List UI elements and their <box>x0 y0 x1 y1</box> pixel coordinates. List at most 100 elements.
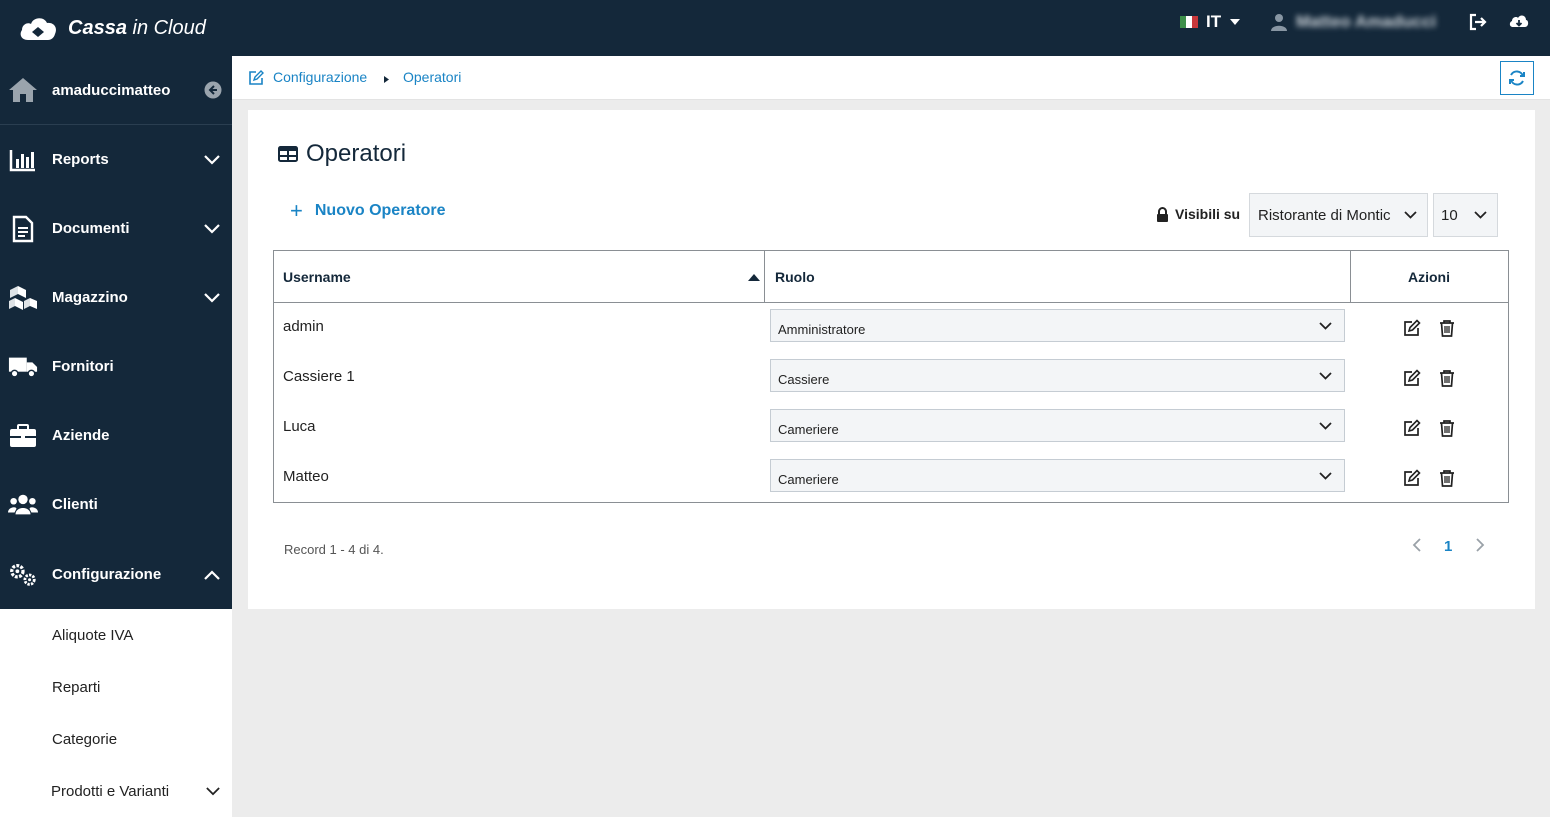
edit-icon <box>249 70 264 85</box>
trash-icon[interactable] <box>1438 469 1456 487</box>
column-divider <box>764 251 765 303</box>
breadcrumb-configurazione[interactable]: Configurazione <box>273 69 367 85</box>
italy-flag-icon <box>1180 16 1198 28</box>
edit-icon[interactable] <box>1403 369 1421 387</box>
chevron-up-icon <box>204 569 220 580</box>
edit-icon[interactable] <box>1403 319 1421 337</box>
brand-name: Cassa in Cloud <box>68 16 206 39</box>
sidebar-item-label: Documenti <box>52 220 130 237</box>
table-row: admin Amministratore <box>274 303 1508 353</box>
submenu-item-aliquote-iva[interactable]: Aliquote IVA <box>52 627 133 644</box>
chevron-down-icon <box>1404 211 1417 219</box>
edit-icon[interactable] <box>1403 419 1421 437</box>
chevron-down-icon <box>204 154 220 165</box>
caret-down-icon <box>1230 19 1241 25</box>
sidebar-item-label: Aziende <box>52 427 110 444</box>
cloud-logo-icon <box>20 18 57 40</box>
chevron-down-icon <box>204 292 220 303</box>
role-select[interactable]: Amministratore <box>770 309 1345 342</box>
chevron-down-icon <box>1319 472 1332 480</box>
new-operator-button[interactable]: + Nuovo Operatore <box>290 198 446 224</box>
trash-icon[interactable] <box>1438 369 1456 387</box>
logout-icon[interactable] <box>1467 11 1489 33</box>
submenu-item-reparti[interactable]: Reparti <box>52 679 100 696</box>
sidebar-item-clienti[interactable]: Clienti <box>0 470 232 539</box>
app-logo[interactable]: Cassa in Cloud <box>18 8 206 48</box>
document-icon <box>8 215 38 243</box>
column-divider <box>1350 251 1351 303</box>
gears-icon <box>8 561 38 589</box>
chevron-down-icon <box>1474 211 1487 219</box>
column-header-ruolo[interactable]: Ruolo <box>775 251 815 303</box>
sidebar-item-label: Configurazione <box>52 566 162 583</box>
sidebar-account[interactable]: amaduccimatteo <box>0 56 232 125</box>
cloud-download-icon[interactable] <box>1508 11 1530 33</box>
refresh-button[interactable] <box>1500 61 1534 95</box>
breadcrumb: Configurazione Operatori <box>232 56 1550 100</box>
role-select-value: Cameriere <box>778 422 839 437</box>
home-icon <box>8 76 38 104</box>
role-select-value: Amministratore <box>778 322 866 337</box>
page-title-text: Operatori <box>306 140 407 167</box>
trash-icon[interactable] <box>1438 319 1456 337</box>
sidebar-item-documenti[interactable]: Documenti <box>0 194 232 263</box>
collapse-sidebar-icon[interactable] <box>204 81 222 99</box>
sort-ascending-icon[interactable] <box>748 273 760 281</box>
account-name: amaduccimatteo <box>52 81 171 99</box>
chevron-left-icon[interactable] <box>1412 538 1422 552</box>
column-header-azioni: Azioni <box>1408 269 1450 285</box>
pagination-page[interactable]: 1 <box>1444 538 1452 555</box>
role-select-value: Cameriere <box>778 472 839 487</box>
sidebar-item-label: Fornitori <box>52 358 114 375</box>
config-submenu: Aliquote IVA Reparti Categorie Prodotti … <box>0 609 232 817</box>
users-icon <box>8 491 38 519</box>
operators-table: Username Ruolo Azioni admin Amministrato… <box>273 250 1509 503</box>
boxes-icon <box>8 284 38 312</box>
language-selector[interactable]: IT <box>1180 11 1241 33</box>
role-select[interactable]: Cameriere <box>770 459 1345 492</box>
submenu-item-categorie[interactable]: Categorie <box>52 731 117 748</box>
trash-icon[interactable] <box>1438 419 1456 437</box>
table-row: Matteo Cameriere <box>274 453 1508 503</box>
table-row: Luca Cameriere <box>274 403 1508 453</box>
sidebar-item-reports[interactable]: Reports <box>0 125 232 194</box>
lock-icon <box>1157 206 1168 222</box>
record-count: Record 1 - 4 di 4. <box>284 542 384 557</box>
visibility-label: Visibili su <box>1156 206 1240 222</box>
role-select[interactable]: Cameriere <box>770 409 1345 442</box>
page-size-select[interactable]: 10 <box>1433 193 1498 237</box>
role-select-value: Cassiere <box>778 372 830 387</box>
sidebar: amaduccimatteo Reports Documenti Magazzi… <box>0 56 232 609</box>
sidebar-item-label: Clienti <box>52 496 98 513</box>
language-label: IT <box>1206 12 1222 31</box>
submenu-item-prodotti-varianti[interactable]: Prodotti e Varianti <box>51 783 169 800</box>
main-card: Operatori + Nuovo Operatore Visibili su … <box>248 110 1535 609</box>
sidebar-item-configurazione[interactable]: Configurazione <box>0 540 232 609</box>
username-cell: Matteo <box>283 468 329 485</box>
table-icon <box>278 146 298 162</box>
username-cell: Cassiere 1 <box>283 368 355 385</box>
sidebar-item-aziende[interactable]: Aziende <box>0 401 232 470</box>
plus-icon: + <box>290 198 303 223</box>
role-select[interactable]: Cassiere <box>770 359 1345 392</box>
chevron-down-icon <box>206 787 220 796</box>
username-cell: admin <box>283 318 324 335</box>
sidebar-item-fornitori[interactable]: Fornitori <box>0 332 232 401</box>
store-select[interactable]: Ristorante di Montic <box>1249 193 1428 237</box>
breadcrumb-operatori[interactable]: Operatori <box>403 69 461 85</box>
briefcase-icon <box>8 422 38 450</box>
user-menu[interactable]: Matteo Amaducci <box>1270 11 1436 33</box>
sidebar-item-magazzino[interactable]: Magazzino <box>0 263 232 332</box>
table-row: Cassiere 1 Cassiere <box>274 353 1508 403</box>
chevron-right-icon[interactable] <box>1475 538 1485 552</box>
user-icon <box>1271 14 1287 31</box>
refresh-icon <box>1509 70 1525 86</box>
username-cell: Luca <box>283 418 316 435</box>
new-operator-label: Nuovo Operatore <box>314 202 446 219</box>
table-header: Username Ruolo Azioni <box>274 251 1508 303</box>
edit-icon[interactable] <box>1403 469 1421 487</box>
column-header-username[interactable]: Username <box>283 251 351 303</box>
chevron-down-icon <box>204 223 220 234</box>
user-name: Matteo Amaducci <box>1296 12 1437 31</box>
top-bar: Cassa in Cloud IT Matteo Amaducci <box>0 0 1550 56</box>
